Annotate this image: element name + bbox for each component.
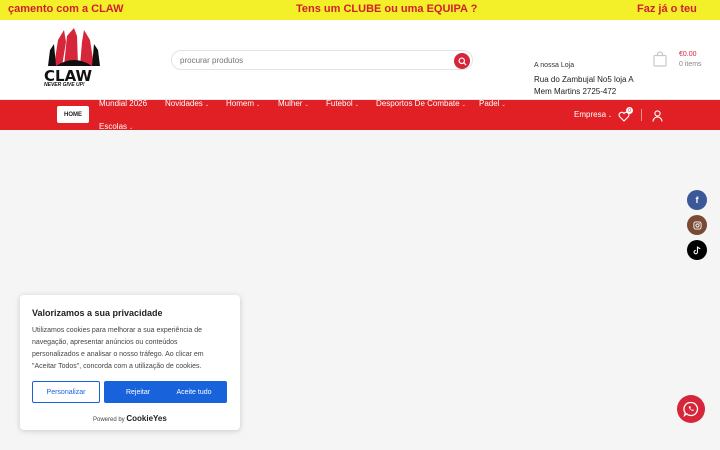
- facebook-icon: f: [695, 195, 699, 205]
- cookie-title: Valorizamos a sua privacidade: [32, 308, 163, 318]
- instagram-icon: [692, 220, 702, 230]
- cart-button[interactable]: [653, 51, 667, 72]
- chevron-down-icon: ⌄: [304, 102, 309, 108]
- store-address-line-2: Mem Martins 2725-472: [534, 87, 617, 96]
- chevron-down-icon: ⌄: [608, 113, 613, 119]
- chevron-down-icon: ⌄: [461, 102, 466, 108]
- cookieyes-logo[interactable]: CookieYes: [126, 414, 166, 423]
- logo-tagline: NEVER GIVE UP!: [44, 82, 85, 88]
- cart-item-count[interactable]: 0 items: [679, 61, 702, 68]
- nav-item-empresa[interactable]: Empresa ⌄: [574, 110, 612, 119]
- nav-item-futebol[interactable]: Futebol ⌄: [326, 99, 359, 108]
- tiktok-icon: [693, 245, 701, 254]
- search-bar: [171, 50, 473, 70]
- nav-item-padel[interactable]: Padel ⌄: [479, 99, 506, 108]
- whatsapp-icon: [683, 401, 699, 417]
- announcement-text-3[interactable]: Faz já o teu: [637, 3, 697, 15]
- announcement-text-1[interactable]: çamento com a CLAW: [8, 3, 124, 15]
- cart-amount[interactable]: €0.00: [679, 51, 697, 58]
- store-address-line-1: Rua do Zambujal No5 loja A: [534, 75, 634, 84]
- chevron-down-icon: ⌄: [354, 102, 359, 108]
- chevron-down-icon: ⌄: [501, 102, 506, 108]
- nav-item-novidades[interactable]: Novidades ⌄: [165, 99, 209, 108]
- shopping-bag-icon: [653, 51, 667, 67]
- claw-paw-icon: [48, 28, 100, 66]
- cookie-description: Utilizamos cookies para melhorar a sua e…: [32, 327, 204, 370]
- nav-item-escolas[interactable]: Escolas ⌄: [99, 122, 133, 131]
- chevron-down-icon: ⌄: [204, 102, 210, 108]
- search-input[interactable]: [180, 54, 440, 67]
- announcement-bar: çamento com a CLAW Tens um CLUBE ou uma …: [0, 0, 720, 20]
- user-icon: [652, 110, 663, 122]
- nav-item-desportos-de-combate[interactable]: Desportos De Combate ⌄: [376, 99, 466, 108]
- chevron-down-icon: ⌄: [256, 102, 261, 108]
- account-button[interactable]: [652, 109, 663, 127]
- nav-item-mundial-2026[interactable]: Mundial 2026: [99, 99, 147, 108]
- nav-divider: [641, 109, 642, 121]
- instagram-button[interactable]: [687, 215, 707, 235]
- search-button[interactable]: [454, 53, 470, 69]
- site-header: CLAW NEVER GIVE UP! A nossa Loja Rua do …: [0, 20, 720, 100]
- store-title: A nossa Loja: [534, 62, 575, 69]
- wishlist-count-badge: 0: [626, 107, 633, 114]
- search-icon: [457, 56, 467, 66]
- nav-home[interactable]: HOME: [57, 106, 89, 123]
- announcement-text-2[interactable]: Tens um CLUBE ou uma EQUIPA ?: [296, 3, 477, 15]
- cookie-accept-all-button[interactable]: Aceite tudo: [161, 381, 227, 403]
- nav-item-homem[interactable]: Homem ⌄: [226, 99, 260, 108]
- whatsapp-button[interactable]: [677, 395, 705, 423]
- store-info: A nossa Loja Rua do Zambujal No5 loja A …: [534, 62, 634, 98]
- nav-item-mulher[interactable]: Mulher ⌄: [278, 99, 309, 108]
- chevron-down-icon: ⌄: [129, 125, 134, 131]
- tiktok-button[interactable]: [687, 240, 707, 260]
- cookie-powered-by: Powered by CookieYes: [93, 414, 167, 423]
- cookie-customize-button[interactable]: Personalizar: [32, 381, 100, 403]
- main-navigation: HOME Mundial 2026 Novidades ⌄ Homem ⌄ Mulh…: [0, 99, 720, 131]
- facebook-button[interactable]: f: [687, 190, 707, 210]
- cookie-consent-dialog: Valorizamos a sua privacidade Utilizamos…: [20, 295, 240, 430]
